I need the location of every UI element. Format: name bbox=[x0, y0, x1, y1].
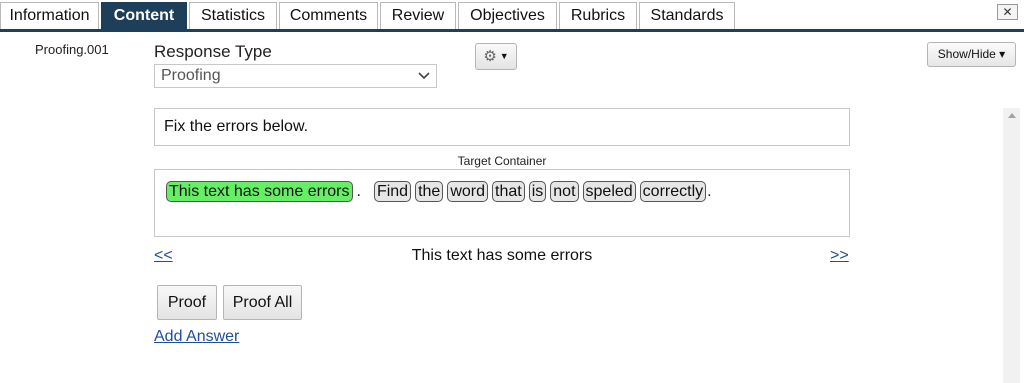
proofing-word[interactable]: that bbox=[492, 181, 525, 202]
show-hide-button[interactable]: Show/Hide ▾ bbox=[927, 42, 1016, 67]
response-type-select[interactable]: Proofing bbox=[154, 64, 437, 88]
scroll-up-arrow-icon[interactable] bbox=[1008, 113, 1016, 118]
prompt-text-box[interactable]: Fix the errors below. bbox=[154, 108, 850, 146]
proofing-word[interactable]: Find bbox=[373, 181, 412, 202]
proofing-word[interactable]: is bbox=[528, 181, 547, 202]
response-type-value: Proofing bbox=[161, 67, 221, 84]
chevron-down-icon bbox=[418, 65, 430, 94]
proofing-punctuation: . bbox=[356, 183, 361, 200]
item-id: Proofing.001 bbox=[35, 42, 109, 57]
proofing-word[interactable]: word bbox=[447, 181, 489, 202]
tab-content[interactable]: Content bbox=[101, 2, 187, 29]
tab-standards[interactable]: Standards bbox=[639, 2, 735, 29]
gear-icon: ⚙ bbox=[483, 48, 497, 65]
tab-rubrics[interactable]: Rubrics bbox=[559, 2, 637, 29]
proofing-word[interactable]: speled bbox=[582, 181, 636, 202]
proofing-words: This text has some errors . Find the wor… bbox=[166, 181, 718, 202]
tab-comments[interactable]: Comments bbox=[279, 2, 378, 29]
proofing-word[interactable]: the bbox=[415, 181, 444, 202]
proofing-word[interactable]: not bbox=[550, 181, 579, 202]
tab-bar: Information Content Statistics Comments … bbox=[0, 0, 1024, 32]
current-error-text: This text has some errors bbox=[411, 247, 593, 264]
settings-menu-button[interactable]: ⚙ ▼ bbox=[475, 43, 517, 70]
tab-statistics[interactable]: Statistics bbox=[189, 2, 277, 29]
proofing-item-editor: Information Content Statistics Comments … bbox=[0, 0, 1024, 383]
proofing-word[interactable]: correctly bbox=[639, 181, 707, 202]
close-icon[interactable]: ✕ bbox=[997, 4, 1018, 20]
tabs: Information Content Statistics Comments … bbox=[0, 2, 737, 29]
tab-review[interactable]: Review bbox=[380, 2, 456, 29]
target-container: This text has some errors . Find the wor… bbox=[154, 169, 850, 237]
tab-objectives[interactable]: Objectives bbox=[458, 2, 557, 29]
caret-down-icon: ▼ bbox=[499, 51, 509, 61]
scrollbar[interactable] bbox=[1003, 108, 1020, 383]
tab-information[interactable]: Information bbox=[0, 2, 99, 29]
next-error-link[interactable]: >> bbox=[830, 247, 849, 265]
response-type-label: Response Type bbox=[154, 42, 272, 61]
proofing-word-selected[interactable]: This text has some errors bbox=[166, 181, 353, 202]
add-answer-link[interactable]: Add Answer bbox=[154, 328, 239, 346]
proof-button[interactable]: Proof bbox=[157, 285, 217, 320]
proofing-punctuation: . bbox=[707, 183, 712, 200]
previous-error-link[interactable]: << bbox=[154, 247, 173, 265]
target-container-label: Target Container bbox=[457, 154, 547, 168]
proof-all-button[interactable]: Proof All bbox=[223, 285, 302, 320]
